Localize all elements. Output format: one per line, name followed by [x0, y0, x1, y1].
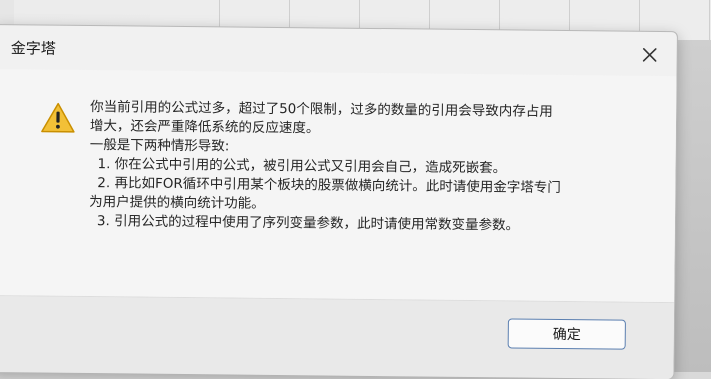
close-button[interactable] — [637, 42, 663, 68]
dialog-title: 金字塔 — [10, 39, 56, 58]
ok-button[interactable]: 确定 — [507, 318, 626, 350]
dialog-footer: 确定 — [0, 294, 675, 379]
dialog-content: 你当前引用的公式过多，超过了50个限制，过多的数量的引用会导致内存占用 增大，还… — [0, 69, 677, 303]
warning-dialog: 金字塔 你当前引用的公式过多，超过了50个限制，过多的数量的引用会导致内存占用 … — [0, 24, 678, 379]
close-icon — [642, 48, 657, 62]
warning-triangle-icon — [41, 102, 75, 133]
dialog-titlebar[interactable]: 金字塔 — [0, 25, 677, 76]
dialog-message: 你当前引用的公式过多，超过了50个限制，过多的数量的引用会导致内存占用 增大，还… — [89, 98, 620, 237]
